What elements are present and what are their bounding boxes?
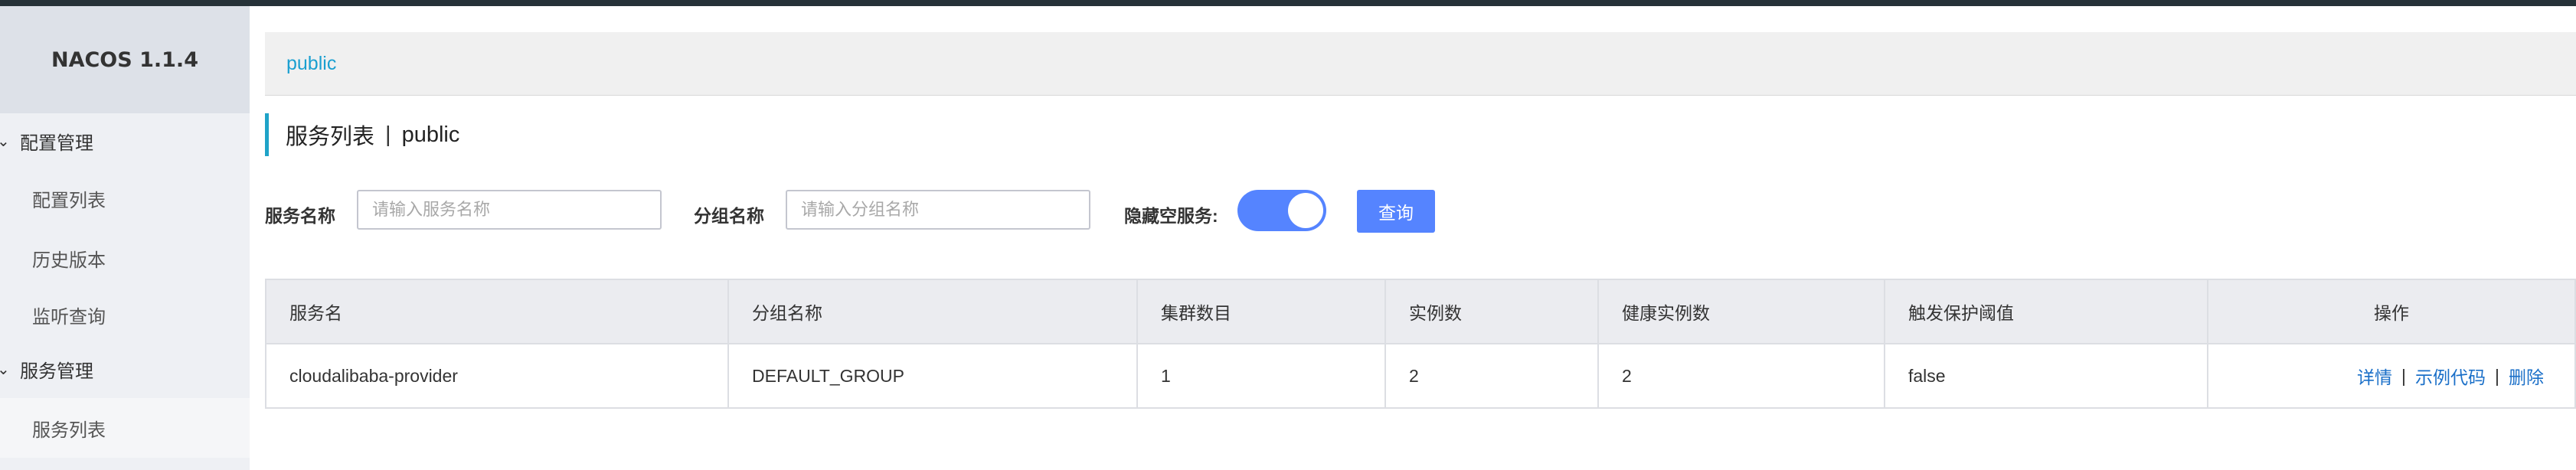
sidebar-item-listener-query[interactable]: 监听查询 (0, 285, 250, 344)
sidebar-item-label: 监听查询 (32, 306, 106, 328)
cell-actions: 详情 | 示例代码 | 删除 (2208, 344, 2574, 407)
action-separator: | (2495, 365, 2499, 386)
sidebar-group-config[interactable]: ⌄ 配置管理 (0, 113, 250, 168)
top-bar (0, 0, 2576, 6)
sidebar-group-label: 配置管理 (20, 132, 93, 154)
sidebar-group-service[interactable]: ⌄ 服务管理 (0, 341, 250, 397)
table-row: cloudalibaba-provider DEFAULT_GROUP 1 2 … (266, 344, 2574, 407)
page-title-text: 服务列表 (286, 125, 375, 149)
cell-group-name: DEFAULT_GROUP (729, 344, 1138, 407)
query-button[interactable]: 查询 (1357, 190, 1435, 233)
sidebar-item-label: 配置列表 (32, 190, 106, 211)
page-title-namespace: public (401, 122, 460, 147)
table-header: 服务名 分组名称 集群数目 实例数 健康实例数 触发保护阈值 操作 (266, 280, 2574, 344)
cell-service-name: cloudalibaba-provider (266, 344, 729, 407)
sidebar-group-label: 服务管理 (20, 361, 93, 382)
service-name-label: 服务名称 (265, 206, 335, 226)
sample-code-link[interactable]: 示例代码 (2415, 363, 2486, 389)
cell-healthy-count: 2 (1599, 344, 1885, 407)
sidebar: NACOS 1.1.4 ⌄ 配置管理 配置列表 历史版本 监听查询 ⌄ 服务管理… (0, 6, 250, 470)
cell-instance-count: 2 (1386, 344, 1599, 407)
action-separator: | (2401, 365, 2407, 386)
chevron-down-icon: ⌄ (0, 361, 10, 378)
toggle-knob (1288, 193, 1323, 228)
sidebar-item-label: 服务列表 (32, 419, 106, 441)
column-header-healthy: 健康实例数 (1599, 280, 1885, 343)
service-name-input[interactable] (357, 190, 662, 230)
column-header-service: 服务名 (266, 280, 729, 343)
column-header-clusters: 集群数目 (1138, 280, 1386, 343)
title-separator: | (385, 122, 391, 147)
column-header-actions: 操作 (2374, 303, 2409, 323)
sidebar-item-config-list[interactable]: 配置列表 (0, 168, 250, 228)
main-content: public 服务列表 | public 服务名称 分组名称 隐藏空服务: 查询… (250, 6, 2576, 470)
cell-threshold: false (1885, 344, 2208, 407)
sidebar-item-history[interactable]: 历史版本 (0, 228, 250, 288)
sidebar-item-label: 历史版本 (32, 250, 106, 271)
hide-empty-label: 隐藏空服务: (1124, 206, 1218, 226)
namespace-link[interactable]: public (286, 53, 336, 75)
breadcrumb: public (265, 32, 2576, 96)
chevron-down-icon: ⌄ (0, 132, 10, 150)
column-header-group: 分组名称 (729, 280, 1138, 343)
cell-cluster-count: 1 (1138, 344, 1386, 407)
column-header-instances: 实例数 (1386, 280, 1599, 343)
service-table: 服务名 分组名称 集群数目 实例数 健康实例数 触发保护阈值 操作 clouda… (265, 279, 2576, 409)
page-title: 服务列表 | public (265, 113, 459, 156)
group-name-label: 分组名称 (694, 206, 764, 226)
group-name-input[interactable] (786, 190, 1090, 230)
hide-empty-toggle[interactable] (1237, 190, 1326, 231)
column-header-threshold: 触发保护阈值 (1885, 280, 2208, 343)
delete-link[interactable]: 删除 (2509, 363, 2544, 389)
detail-link[interactable]: 详情 (2357, 363, 2392, 389)
sidebar-item-service-list[interactable]: 服务列表 (0, 398, 250, 458)
brand-logo: NACOS 1.1.4 (0, 6, 250, 113)
